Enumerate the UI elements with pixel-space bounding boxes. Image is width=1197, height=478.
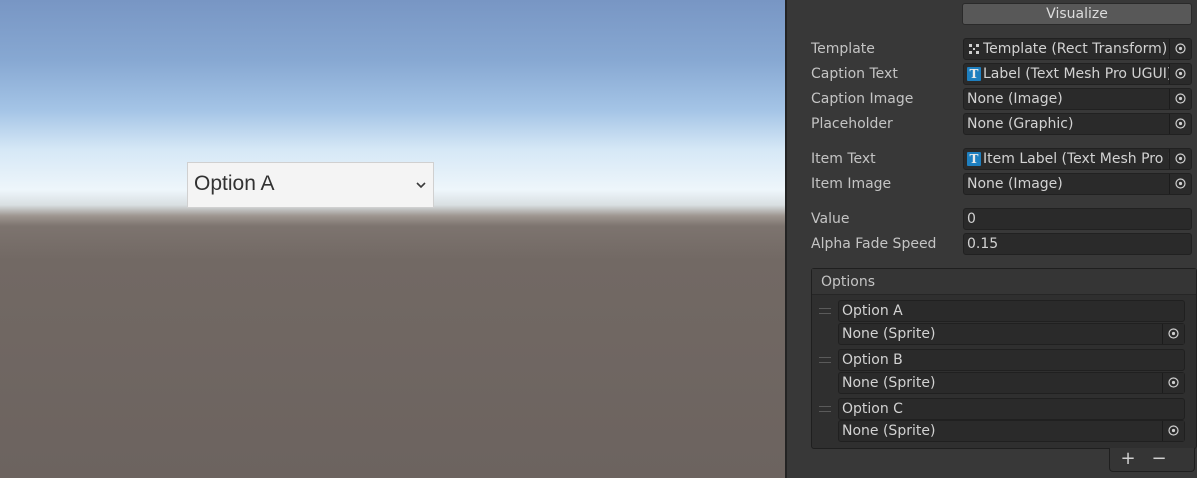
textmeshpro-icon: T (967, 152, 981, 166)
target-icon (1175, 153, 1186, 164)
placeholder-label: Placeholder (811, 116, 893, 132)
object-picker-button[interactable] (1169, 64, 1191, 84)
object-picker-button[interactable] (1169, 174, 1191, 194)
chevron-down-icon (416, 182, 426, 189)
object-picker-button[interactable] (1162, 421, 1184, 441)
caption-text-label: Caption Text (811, 66, 898, 82)
caption-image-field[interactable]: None (Image) (963, 88, 1192, 110)
options-list-footer: + − (1109, 448, 1195, 472)
target-icon (1175, 43, 1186, 54)
target-icon (1175, 178, 1186, 189)
dropdown-caption: Option A (194, 172, 275, 195)
scene-view[interactable]: Option A (0, 0, 785, 478)
value-text: 0 (967, 211, 976, 227)
target-icon (1168, 328, 1179, 339)
options-list: Options Option A None (Sprite) Option B … (811, 268, 1197, 449)
option-image-value: None (Sprite) (842, 375, 936, 391)
inspector-panel: Visualize Template Template (Rect Transf… (785, 0, 1197, 478)
caption-text-value: Label (Text Mesh Pro UGUI) (983, 66, 1169, 82)
value-label: Value (811, 211, 850, 227)
ui-dropdown[interactable]: Option A (187, 162, 434, 208)
option-text: Option A (842, 303, 903, 319)
caption-text-field[interactable]: T Label (Text Mesh Pro UGUI) (963, 63, 1192, 85)
option-text-input[interactable]: Option B (838, 349, 1185, 371)
item-image-label: Item Image (811, 176, 892, 192)
textmeshpro-icon: T (967, 67, 981, 81)
rect-transform-icon (969, 44, 979, 54)
option-image-field[interactable]: None (Sprite) (838, 420, 1185, 442)
options-header[interactable]: Options (812, 269, 1196, 295)
target-icon (1168, 425, 1179, 436)
target-icon (1168, 377, 1179, 388)
value-input[interactable]: 0 (963, 208, 1192, 230)
object-picker-button[interactable] (1169, 149, 1191, 169)
caption-image-value: None (Image) (967, 91, 1063, 107)
caption-image-label: Caption Image (811, 91, 914, 107)
alpha-fade-speed-input[interactable]: 0.15 (963, 233, 1192, 255)
template-label: Template (811, 41, 875, 57)
option-text: Option B (842, 352, 903, 368)
target-icon (1175, 118, 1186, 129)
option-image-value: None (Sprite) (842, 326, 936, 342)
target-icon (1175, 93, 1186, 104)
alpha-fade-speed-label: Alpha Fade Speed (811, 236, 937, 252)
object-picker-button[interactable] (1169, 89, 1191, 109)
placeholder-value: None (Graphic) (967, 116, 1074, 132)
option-text: Option C (842, 401, 903, 417)
drag-handle-icon[interactable] (819, 357, 831, 363)
object-picker-button[interactable] (1169, 39, 1191, 59)
drag-handle-icon[interactable] (819, 406, 831, 412)
option-text-input[interactable]: Option A (838, 300, 1185, 322)
item-image-value: None (Image) (967, 176, 1063, 192)
item-text-field[interactable]: T Item Label (Text Mesh Pro UGUI) (963, 148, 1192, 170)
unity-editor: Option A Visualize Template Template (Re… (0, 0, 1197, 478)
alpha-fade-speed-text: 0.15 (967, 236, 999, 252)
add-option-button[interactable]: + (1114, 448, 1142, 470)
visualize-button[interactable]: Visualize (962, 3, 1192, 25)
remove-option-button[interactable]: − (1145, 448, 1173, 470)
target-icon (1175, 68, 1186, 79)
placeholder-field[interactable]: None (Graphic) (963, 113, 1192, 135)
option-image-field[interactable]: None (Sprite) (838, 323, 1185, 345)
option-image-value: None (Sprite) (842, 423, 936, 439)
object-picker-button[interactable] (1162, 373, 1184, 393)
option-text-input[interactable]: Option C (838, 398, 1185, 420)
drag-handle-icon[interactable] (819, 308, 831, 314)
object-picker-button[interactable] (1169, 114, 1191, 134)
item-text-value: Item Label (Text Mesh Pro UGUI) (983, 151, 1169, 167)
options-title: Options (821, 274, 876, 290)
item-image-field[interactable]: None (Image) (963, 173, 1192, 195)
template-value: Template (Rect Transform) (983, 41, 1168, 57)
object-picker-button[interactable] (1162, 324, 1184, 344)
template-field[interactable]: Template (Rect Transform) (963, 38, 1192, 60)
option-image-field[interactable]: None (Sprite) (838, 372, 1185, 394)
item-text-label: Item Text (811, 151, 876, 167)
